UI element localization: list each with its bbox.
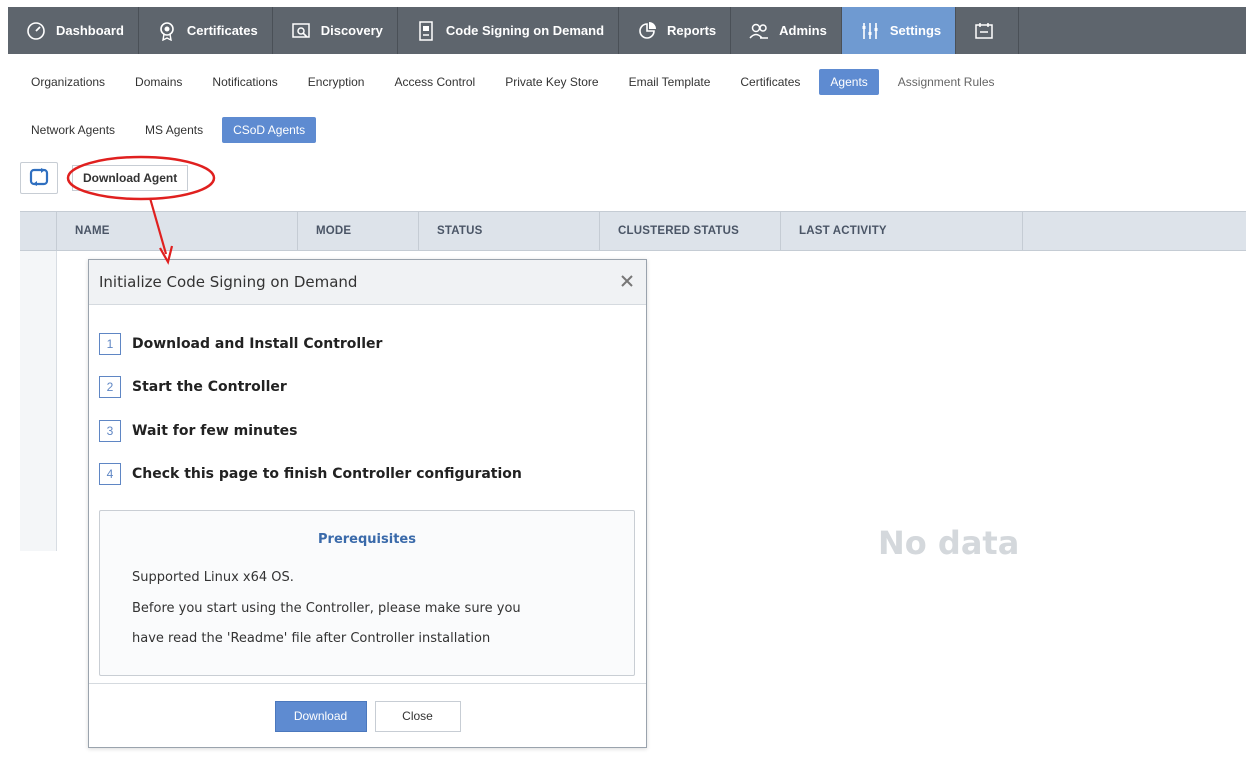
column-status[interactable]: STATUS [419, 212, 600, 250]
close-button[interactable]: Close [374, 700, 461, 732]
dashboard-gauge-icon [26, 21, 46, 41]
toolbar: Download Agent [20, 162, 189, 194]
prerequisites-title: Prerequisites [318, 532, 416, 547]
tab-encryption[interactable]: Encryption [297, 69, 376, 95]
step-text: Start the Controller [132, 379, 287, 395]
column-clustered-status[interactable]: CLUSTERED STATUS [600, 212, 781, 250]
tab-notifications[interactable]: Notifications [201, 69, 288, 95]
table-row-selector-strip [20, 251, 57, 551]
nav-settings[interactable]: Settings [841, 7, 957, 54]
admins-icon [749, 21, 769, 41]
nav-discovery[interactable]: Discovery [273, 7, 398, 54]
tab-private-key-store[interactable]: Private Key Store [494, 69, 609, 95]
step-number: 2 [99, 376, 121, 398]
nav-label: Discovery [320, 23, 383, 38]
empty-table-message: No data [878, 524, 1020, 562]
step-text: Check this page to finish Controller con… [132, 466, 522, 482]
dialog-header: Initialize Code Signing on Demand [89, 260, 646, 305]
nav-label: Admins [779, 23, 827, 38]
initialize-csod-dialog: Initialize Code Signing on Demand 1 Down… [88, 259, 647, 748]
download-agent-button[interactable]: Download Agent [72, 165, 189, 191]
top-navigation: Dashboard Certificates Discovery Code Si… [8, 7, 1246, 54]
reports-icon [637, 21, 657, 41]
more-icon [974, 21, 994, 41]
select-column-header [20, 212, 57, 250]
step-number: 4 [99, 463, 121, 485]
discovery-icon [291, 21, 311, 41]
step-text: Download and Install Controller [132, 336, 383, 352]
nav-code-signing[interactable]: Code Signing on Demand [398, 7, 620, 54]
column-last-activity[interactable]: LAST ACTIVITY [781, 212, 1023, 250]
download-button[interactable]: Download [274, 700, 367, 732]
tab-network-agents[interactable]: Network Agents [20, 117, 126, 143]
step-1: 1 Download and Install Controller [99, 333, 382, 355]
nav-label: Code Signing on Demand [445, 23, 605, 38]
tab-access-control[interactable]: Access Control [383, 69, 486, 95]
tab-assignment-rules[interactable]: Assignment Rules [887, 69, 1006, 95]
nav-label: Reports [667, 23, 717, 38]
nav-label: Certificates [186, 23, 258, 38]
refresh-button[interactable] [20, 162, 58, 194]
dialog-footer: Download Close [89, 683, 646, 748]
tab-agents[interactable]: Agents [819, 69, 879, 95]
prerequisites-panel: Prerequisites Supported Linux x64 OS. Be… [99, 510, 635, 676]
nav-more[interactable] [956, 7, 1020, 54]
prerequisite-line: have read the 'Readme' file after Contro… [132, 631, 491, 646]
step-4: 4 Check this page to finish Controller c… [99, 463, 522, 485]
step-3: 3 Wait for few minutes [99, 420, 297, 442]
tab-certificates[interactable]: Certificates [729, 69, 811, 95]
agent-type-tabs: Network Agents MS Agents CSoD Agents [20, 117, 324, 143]
tab-domains[interactable]: Domains [124, 69, 193, 95]
settings-sliders-icon [860, 21, 880, 41]
tab-email-template[interactable]: Email Template [618, 69, 722, 95]
column-filler [1023, 212, 1246, 250]
settings-tabs: Organizations Domains Notifications Encr… [20, 69, 1014, 95]
nav-label: Settings [889, 23, 942, 38]
prerequisite-line: Supported Linux x64 OS. [132, 570, 294, 585]
tab-ms-agents[interactable]: MS Agents [134, 117, 214, 143]
step-text: Wait for few minutes [132, 423, 298, 439]
close-icon[interactable] [618, 272, 636, 290]
dialog-title: Initialize Code Signing on Demand [99, 273, 358, 291]
step-number: 3 [99, 420, 121, 442]
nav-admins[interactable]: Admins [731, 7, 842, 54]
nav-label: Dashboard [56, 23, 124, 38]
tab-csod-agents[interactable]: CSoD Agents [222, 117, 317, 143]
tab-organizations[interactable]: Organizations [20, 69, 116, 95]
agents-table-header: NAME MODE STATUS CLUSTERED STATUS LAST A… [20, 211, 1246, 251]
step-number: 1 [99, 333, 121, 355]
refresh-icon [28, 167, 50, 190]
column-name[interactable]: NAME [57, 212, 298, 250]
step-2: 2 Start the Controller [99, 376, 287, 398]
nav-certificates[interactable]: Certificates [139, 7, 273, 54]
code-signing-icon [416, 20, 436, 41]
column-mode[interactable]: MODE [298, 212, 419, 250]
prerequisite-line: Before you start using the Controller, p… [132, 601, 521, 616]
nav-dashboard[interactable]: Dashboard [8, 7, 139, 54]
nav-reports[interactable]: Reports [619, 7, 732, 54]
certificate-badge-icon [157, 21, 177, 41]
